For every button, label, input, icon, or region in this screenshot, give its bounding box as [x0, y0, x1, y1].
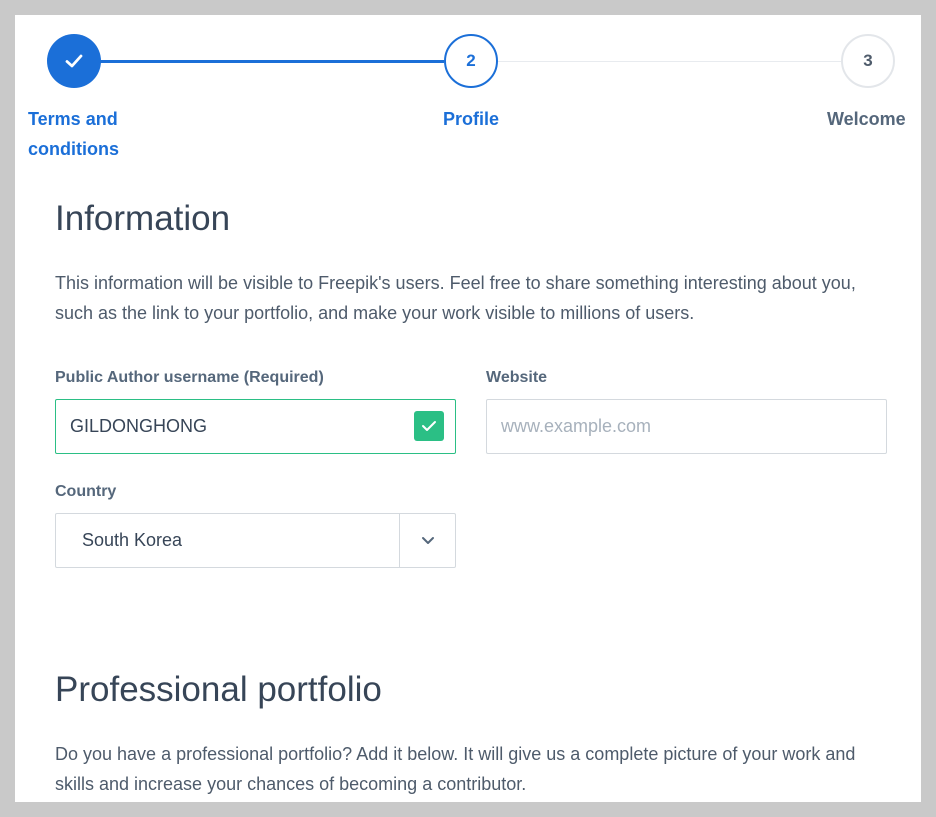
username-field[interactable]: GILDONGHONG — [55, 399, 456, 454]
country-select[interactable]: South Korea — [55, 513, 456, 568]
step-1-circle[interactable] — [47, 34, 101, 88]
website-label: Website — [486, 369, 548, 386]
username-value: GILDONGHONG — [70, 416, 208, 436]
checkmark-icon — [65, 54, 83, 68]
chevron-down-icon[interactable] — [419, 533, 437, 549]
profile-form-card: 2 3 Terms and conditions Profile Welcome… — [15, 15, 921, 802]
country-label: Country — [55, 483, 117, 500]
step-3-circle[interactable]: 3 — [841, 34, 895, 88]
website-input[interactable] — [501, 416, 861, 437]
stepper-progress-line-done — [74, 60, 444, 63]
stepper-progress-line-pending — [497, 61, 841, 62]
step-3-number: 3 — [863, 51, 873, 70]
valid-check-icon — [414, 411, 444, 441]
country-selected-value: South Korea — [82, 530, 183, 550]
information-description: This information will be visible to Free… — [55, 273, 856, 323]
portfolio-title: Professional portfolio — [55, 670, 382, 709]
step-2-number: 2 — [466, 51, 476, 70]
step-1-label[interactable]: Terms and conditions — [28, 104, 158, 164]
website-field-wrapper — [486, 399, 887, 454]
username-label: Public Author username (Required) — [55, 369, 324, 386]
step-2-circle[interactable]: 2 — [444, 34, 498, 88]
portfolio-description: Do you have a professional portfolio? Ad… — [55, 744, 856, 794]
select-divider — [399, 514, 400, 567]
information-title: Information — [55, 199, 231, 238]
step-3-label[interactable]: Welcome — [827, 104, 906, 134]
step-2-label[interactable]: Profile — [443, 104, 499, 134]
